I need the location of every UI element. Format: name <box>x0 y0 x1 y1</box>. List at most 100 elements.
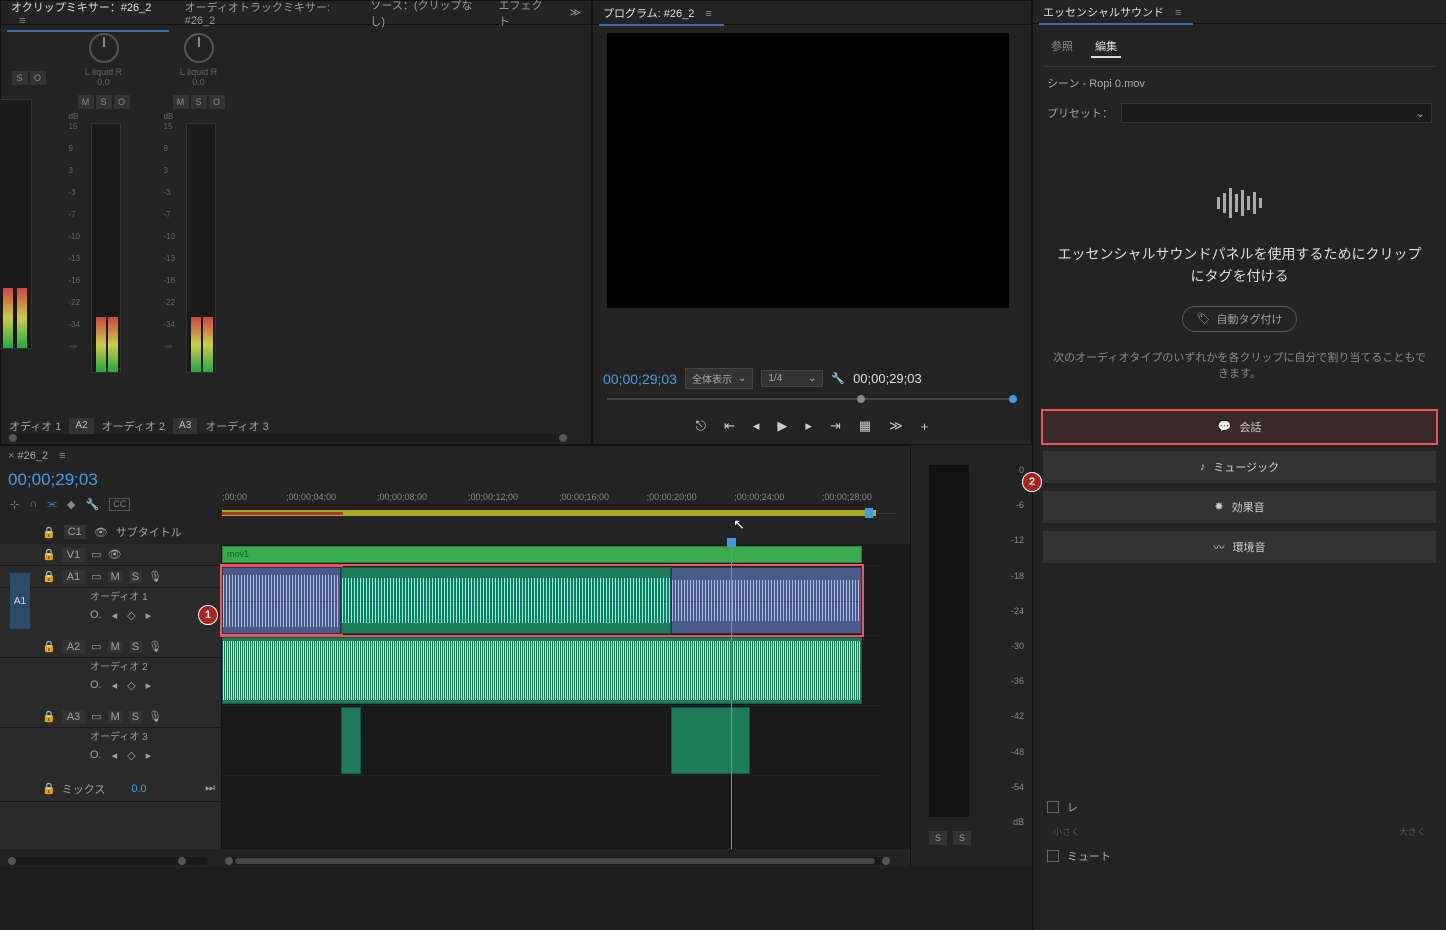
fx-icon[interactable]: ▭ <box>91 570 101 583</box>
mark-out-icon[interactable]: ⇥ <box>830 418 841 434</box>
type-music-button[interactable]: ♪ ミュージック <box>1043 451 1436 483</box>
keyframe-add-icon[interactable]: ◇ <box>127 609 135 622</box>
tabs-more[interactable]: ≫ <box>559 2 591 23</box>
wrench-icon[interactable]: 🔧 <box>86 498 100 511</box>
pan-knob[interactable] <box>89 33 119 63</box>
type-ambience-button[interactable]: 〰 環境音 <box>1043 531 1436 563</box>
voice-icon[interactable]: 🎙 <box>148 710 162 723</box>
step-back-icon[interactable]: ◂ <box>753 418 760 434</box>
resolution-dropdown[interactable]: 1/4⌄ <box>761 370 823 387</box>
scroll-knob[interactable] <box>9 434 17 442</box>
lock-icon[interactable]: 🔒 <box>42 548 56 561</box>
lock-icon[interactable]: 🔒 <box>42 710 56 723</box>
lock-icon[interactable]: 🔒 <box>42 782 56 795</box>
type-sfx-button[interactable]: ✸ 効果音 <box>1043 491 1436 523</box>
es-tab-edit[interactable]: 編集 <box>1091 36 1121 58</box>
program-scrubber[interactable] <box>607 394 1017 404</box>
fx-icon[interactable]: ▭ <box>91 548 101 561</box>
timeline-tab[interactable]: #26_2 <box>18 450 49 462</box>
tab-program[interactable]: プログラム: #26_2 ≡ <box>593 1 730 25</box>
solo-button[interactable]: S <box>96 95 112 109</box>
add-icon[interactable]: + <box>921 419 929 434</box>
solo-right-button[interactable]: S <box>953 831 971 845</box>
mute-button[interactable]: M <box>108 641 123 653</box>
keyframe-next-icon[interactable]: ▸ <box>146 679 152 692</box>
hamburger-icon[interactable]: ≡ <box>1167 7 1189 19</box>
lift-icon[interactable]: ▦ <box>859 418 871 434</box>
keyframe-next-icon[interactable]: ▸ <box>146 749 152 762</box>
c1-chip[interactable]: C1 <box>64 525 86 539</box>
audio-clip[interactable] <box>222 637 862 704</box>
eye-icon[interactable]: 👁 <box>94 526 108 539</box>
solo-button[interactable]: S <box>129 711 142 723</box>
keyframe-prev-icon[interactable]: ◂ <box>112 749 118 762</box>
record-button[interactable]: O <box>209 95 225 109</box>
hamburger-icon[interactable]: ≡ <box>697 8 719 20</box>
lock-icon[interactable]: 🔒 <box>42 640 56 653</box>
record-button[interactable]: O <box>114 95 130 109</box>
mix-value[interactable]: 0.0 <box>131 783 146 795</box>
a2-chip[interactable]: A2 <box>62 640 85 654</box>
play-icon[interactable]: ▶ <box>777 418 787 434</box>
mute-button[interactable]: M <box>108 711 123 723</box>
mark-in-icon[interactable]: ⇤ <box>724 418 735 434</box>
mute-checkbox[interactable] <box>1047 850 1059 862</box>
linked-icon[interactable]: ⫘ <box>47 498 57 511</box>
wrench-icon[interactable]: 🔧 <box>831 372 845 385</box>
more-icon[interactable]: ≫ <box>889 418 903 434</box>
magnet-icon[interactable]: ∩ <box>29 498 37 511</box>
keyframe-prev-icon[interactable]: ◂ <box>112 679 118 692</box>
a1-source-chip[interactable]: A1 <box>10 573 30 629</box>
lock-icon[interactable]: 🔒 <box>42 526 56 539</box>
timeline-ruler[interactable]: ;00;00 ;00;00;04;00 ;00;00;08;00 ;00;00;… <box>222 492 896 514</box>
marker-icon[interactable]: ◆ <box>67 498 75 511</box>
pan-knob[interactable] <box>184 33 214 63</box>
voice-icon[interactable]: 🎙 <box>148 570 162 583</box>
audio-clip[interactable] <box>341 707 361 774</box>
mute-button[interactable]: M <box>78 95 94 109</box>
program-monitor[interactable] <box>607 33 1009 308</box>
mute-button[interactable]: M <box>173 95 189 109</box>
cc-icon[interactable]: CC <box>109 498 130 511</box>
mute-button[interactable]: M <box>108 571 123 583</box>
keyframe-prev-icon[interactable]: ◂ <box>112 609 118 622</box>
v1-chip[interactable]: V1 <box>62 548 85 562</box>
type-dialogue-button[interactable]: 💬 会話 <box>1043 411 1436 443</box>
audio-clip[interactable] <box>671 567 862 634</box>
snap-icon[interactable]: ⊹ <box>10 498 19 511</box>
a1-chip[interactable]: A1 <box>62 570 85 584</box>
audio-clip[interactable] <box>341 567 671 634</box>
scroll-thumb[interactable] <box>235 858 875 864</box>
export-frame-icon[interactable]: ⎋ <box>696 418 706 434</box>
es-tab-browse[interactable]: 参照 <box>1047 36 1077 58</box>
solo-button[interactable]: S <box>12 71 28 85</box>
keyframe-next-icon[interactable]: ▸ <box>146 609 152 622</box>
voice-icon[interactable]: 🎙 <box>148 640 162 653</box>
loudness-checkbox[interactable] <box>1047 801 1059 813</box>
fx-icon[interactable]: ▭ <box>91 640 101 653</box>
zoom-dropdown[interactable]: 全体表示⌄ <box>685 368 753 389</box>
step-forward-icon[interactable]: ▸ <box>805 418 812 434</box>
preset-dropdown[interactable]: ⌄ <box>1121 103 1432 123</box>
scroll-knob[interactable] <box>178 857 186 865</box>
playhead[interactable] <box>731 544 732 849</box>
record-button[interactable]: O <box>30 71 46 85</box>
a3-chip[interactable]: A3 <box>62 710 85 724</box>
scroll-knob[interactable] <box>8 857 16 865</box>
audio-clip[interactable] <box>671 707 750 774</box>
work-area-end[interactable] <box>865 508 873 518</box>
timeline-timecode[interactable]: 00;00;29;03 <box>8 470 98 489</box>
hamburger-icon[interactable]: ≡ <box>51 450 73 462</box>
solo-left-button[interactable]: S <box>929 831 947 845</box>
tab-essential-sound[interactable]: エッセンシャルサウンド ≡ <box>1033 0 1199 24</box>
scroll-knob[interactable] <box>559 434 567 442</box>
fx-icon[interactable]: ▭ <box>91 710 101 723</box>
keyframe-add-icon[interactable]: ◇ <box>127 749 135 762</box>
video-clip[interactable]: mov1 <box>222 546 862 563</box>
autotag-button[interactable]: 🏷 自動タグ付け <box>1182 306 1298 332</box>
program-tc-left[interactable]: 00;00;29;03 <box>603 371 677 387</box>
scroll-knob[interactable] <box>882 857 890 865</box>
solo-button[interactable]: S <box>129 641 142 653</box>
keyframe-add-icon[interactable]: ◇ <box>127 679 135 692</box>
scroll-knob[interactable] <box>225 857 233 865</box>
